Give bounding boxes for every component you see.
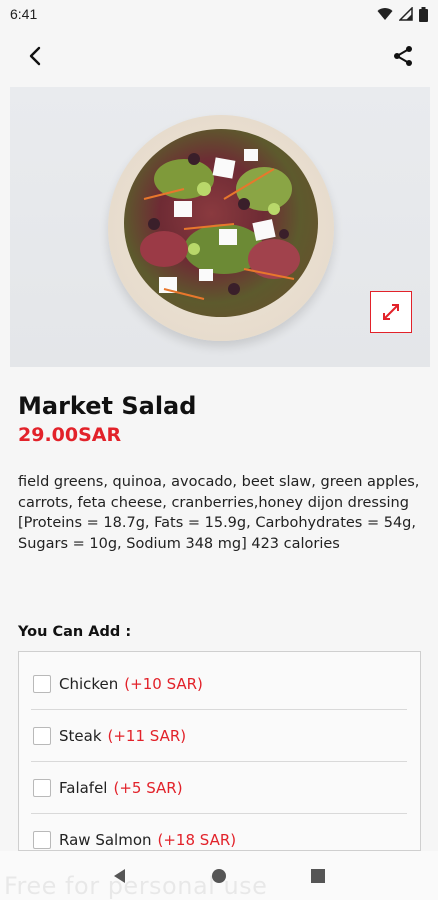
addon-name: Chicken — [59, 675, 119, 693]
addon-checkbox[interactable] — [33, 727, 51, 745]
product-price: 29.00SAR — [18, 424, 122, 446]
status-icons — [377, 6, 428, 22]
status-bar: 6:41 — [0, 0, 438, 28]
product-title: Market Salad — [18, 392, 197, 420]
addon-price: (+5 SAR) — [113, 779, 183, 797]
addon-name: Steak — [59, 727, 102, 745]
wifi-icon — [377, 8, 393, 20]
addon-price: (+18 SAR) — [157, 831, 237, 849]
nav-recents-icon — [311, 868, 326, 883]
expand-image-button[interactable] — [370, 291, 412, 333]
back-arrow-icon — [29, 46, 41, 66]
addon-item-steak[interactable]: Steak (+11 SAR) — [31, 710, 407, 762]
addon-name: Raw Salmon — [59, 831, 152, 849]
addon-checkbox[interactable] — [33, 831, 51, 849]
addon-item-chicken[interactable]: Chicken (+10 SAR) — [31, 658, 407, 710]
addons-list: Chicken (+10 SAR) Steak (+11 SAR) Falafe… — [18, 651, 421, 851]
addon-price: (+10 SAR) — [124, 675, 203, 693]
watermark: Free for personal use — [4, 872, 268, 900]
back-button[interactable] — [18, 39, 52, 73]
addon-price: (+11 SAR) — [107, 727, 187, 745]
addon-checkbox[interactable] — [33, 675, 51, 693]
product-description: field greens, quinoa, avocado, beet slaw… — [18, 474, 420, 552]
nav-recents-button[interactable] — [298, 856, 338, 896]
battery-icon — [419, 6, 428, 22]
product-image — [10, 87, 430, 367]
top-app-bar — [0, 28, 438, 84]
addons-heading: You Can Add : — [18, 624, 132, 640]
addon-item-raw-salmon[interactable]: Raw Salmon (+18 SAR) — [31, 814, 407, 850]
share-icon — [394, 46, 412, 66]
expand-icon — [383, 304, 399, 320]
status-time: 6:41 — [10, 6, 38, 22]
share-button[interactable] — [386, 39, 420, 73]
signal-icon — [399, 7, 413, 21]
addon-name: Falafel — [59, 779, 108, 797]
addon-item-falafel[interactable]: Falafel (+5 SAR) — [31, 762, 407, 814]
salad-bowl-illustration — [108, 115, 334, 341]
addon-checkbox[interactable] — [33, 779, 51, 797]
